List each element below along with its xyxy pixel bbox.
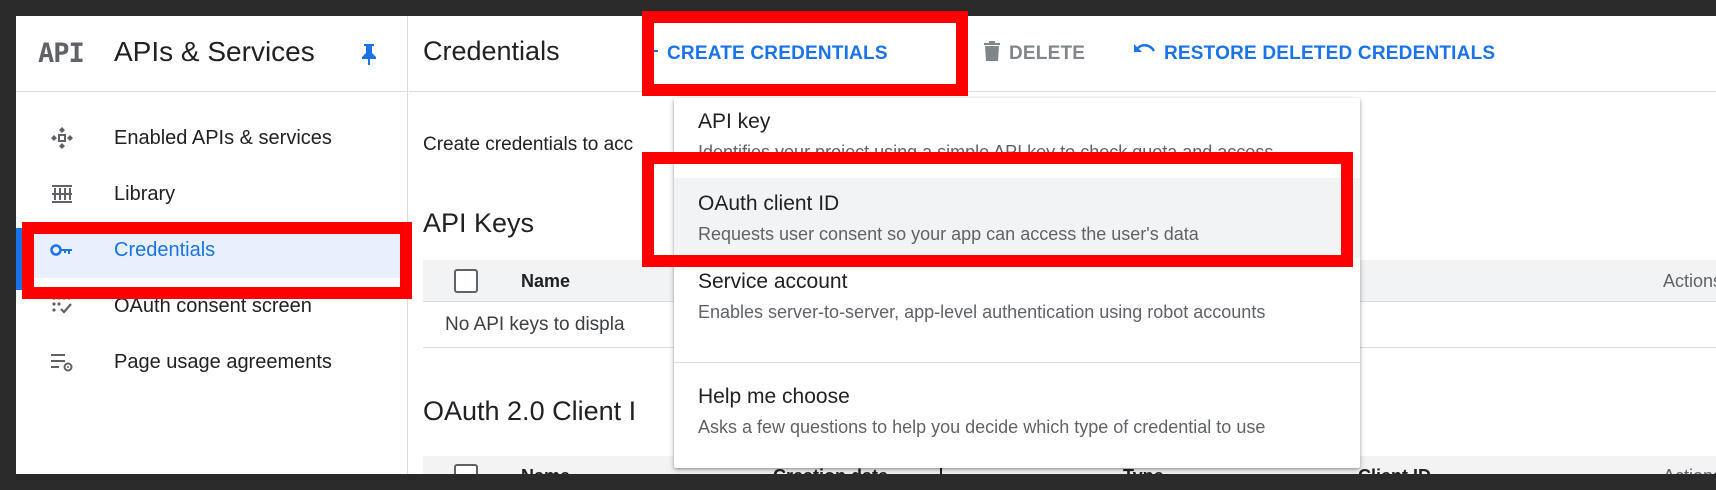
sidebar-item-library[interactable]: Library bbox=[16, 166, 408, 222]
menu-item-description: Enables server-to-server, app-level auth… bbox=[698, 302, 1266, 322]
intro-text: Create credentials to acc bbox=[423, 134, 634, 155]
library-icon bbox=[50, 182, 74, 206]
sidebar-item-label: Credentials bbox=[114, 238, 216, 261]
console-window: API APIs & Services Enabled APIs & servi… bbox=[16, 16, 1716, 474]
menu-item-description: Requests user consent so your app can ac… bbox=[698, 224, 1199, 244]
menu-item-title: OAuth client ID bbox=[698, 192, 840, 215]
page-title: Credentials bbox=[423, 36, 560, 66]
sidebar-item-label: Enabled APIs & services bbox=[114, 126, 332, 149]
menu-item-description: Asks a few questions to help you decide … bbox=[698, 417, 1266, 437]
menu-item-oauth-client-id[interactable]: OAuth client ID Requests user consent so… bbox=[674, 178, 1360, 258]
menu-item-title: Help me choose bbox=[698, 385, 850, 408]
toolbar: Credentials CREATE CREDENTIALS DELETE RE… bbox=[409, 16, 1716, 92]
menu-item-help-me-choose[interactable]: Help me choose Asks a few questions to h… bbox=[674, 363, 1360, 463]
restore-label: RESTORE DELETED CREDENTIALS bbox=[1164, 43, 1496, 64]
column-header-name[interactable]: Name bbox=[521, 271, 570, 292]
create-credentials-label: CREATE CREDENTIALS bbox=[667, 43, 888, 64]
sidebar-item-page-usage[interactable]: Page usage agreements bbox=[16, 334, 408, 390]
trash-icon bbox=[983, 40, 1001, 68]
sidebar-item-label: Page usage agreements bbox=[114, 350, 332, 373]
product-title: APIs & Services bbox=[114, 36, 315, 67]
sidebar-header: API APIs & Services bbox=[16, 16, 408, 92]
create-credentials-button[interactable]: CREATE CREDENTIALS bbox=[641, 40, 888, 68]
consent-icon bbox=[50, 294, 74, 318]
empty-state-text: No API keys to displa bbox=[445, 314, 625, 335]
column-header-client-id[interactable]: Client ID bbox=[1358, 466, 1431, 474]
sidebar-item-oauth-consent[interactable]: OAuth consent screen bbox=[16, 278, 408, 334]
select-all-checkbox[interactable] bbox=[454, 464, 478, 474]
menu-item-title: API key bbox=[698, 110, 771, 133]
settings-list-icon bbox=[50, 350, 74, 374]
delete-label: DELETE bbox=[1009, 43, 1086, 64]
undo-icon bbox=[1132, 42, 1156, 66]
menu-item-title: Service account bbox=[698, 270, 848, 293]
pin-icon[interactable] bbox=[360, 42, 378, 71]
key-icon bbox=[50, 238, 74, 262]
api-logo: API bbox=[38, 38, 85, 69]
delete-button[interactable]: DELETE bbox=[983, 40, 1085, 68]
menu-item-api-key[interactable]: API key Identifies your project using a … bbox=[674, 98, 1360, 178]
select-all-checkbox[interactable] bbox=[454, 269, 478, 293]
sidebar-item-label: Library bbox=[114, 182, 176, 205]
restore-deleted-credentials-button[interactable]: RESTORE DELETED CREDENTIALS bbox=[1132, 40, 1495, 68]
sidebar-item-label: OAuth consent screen bbox=[114, 294, 312, 317]
menu-item-description: Identifies your project using a simple A… bbox=[698, 142, 1274, 162]
api-keys-heading: API Keys bbox=[423, 208, 535, 238]
column-header-actions: Actions bbox=[1663, 466, 1716, 474]
menu-item-service-account[interactable]: Service account Enables server-to-server… bbox=[674, 258, 1360, 338]
sidebar-item-enabled-apis[interactable]: Enabled APIs & services bbox=[16, 110, 408, 166]
enabled-apis-icon bbox=[50, 126, 74, 150]
plus-icon bbox=[641, 42, 659, 66]
sidebar: API APIs & Services Enabled APIs & servi… bbox=[16, 16, 408, 474]
column-header-name[interactable]: Name bbox=[521, 466, 570, 474]
create-credentials-menu: API key Identifies your project using a … bbox=[674, 98, 1360, 468]
oauth-clients-heading: OAuth 2.0 Client I bbox=[423, 396, 637, 426]
sidebar-item-credentials[interactable]: Credentials bbox=[22, 222, 408, 278]
column-header-actions: Actions bbox=[1663, 271, 1716, 291]
